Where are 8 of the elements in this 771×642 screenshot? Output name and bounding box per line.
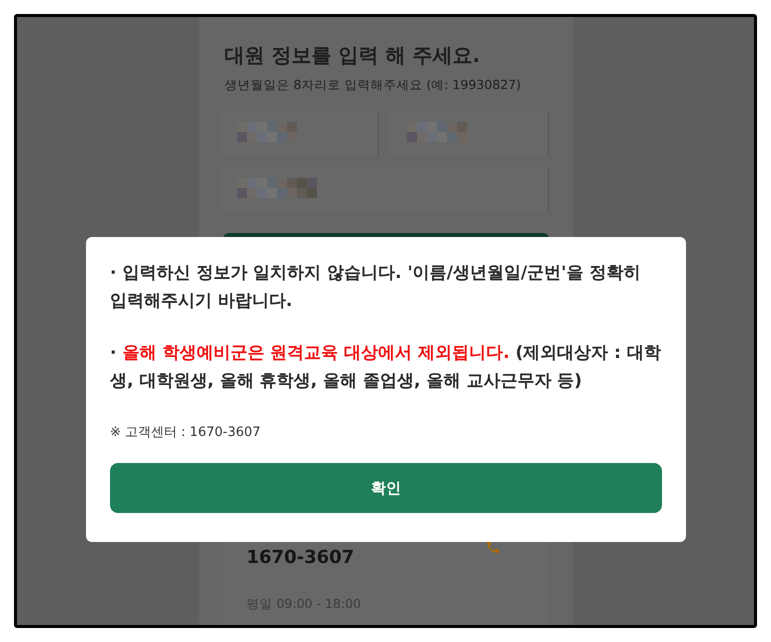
page-title: 대원 정보를 입력 해 주세요. <box>224 42 481 69</box>
support-note: ※ 고객센터 : 1670-3607 <box>110 424 262 441</box>
message-text: · 입력하신 정보가 일치하지 않습니다. '이름/생년월일/군번'을 정확히 입력해주시기 바랍니다. <box>110 262 642 313</box>
message-text: · 올해 학생예비군은 원격교육 대상에서 제외됩니다. (제외대상자 : 대학생, 대학원생, 올해 휴학생, 올해 졸업생, 올해 교사근무자 등) <box>110 342 662 393</box>
hint-text: 생년월일은 8자리로 입력해주세요 (예: 19930827) <box>224 77 522 94</box>
phone-number: 1670-3607 <box>246 547 354 568</box>
phone-icon <box>484 539 500 555</box>
confirm-button[interactable]: 확인 <box>110 463 662 513</box>
